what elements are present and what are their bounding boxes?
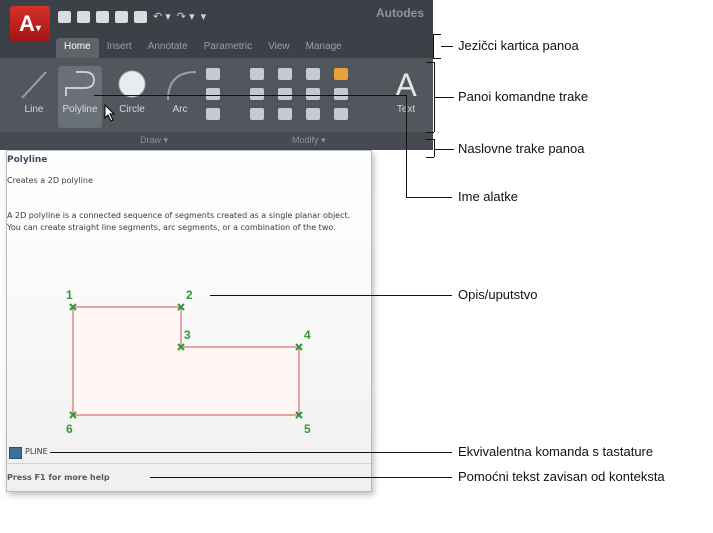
quick-access-toolbar: ↶ ▾ ↷ ▾ ▾ (58, 8, 206, 26)
callout-keyboard-command: Ekvivalentna komanda s tastature (458, 444, 654, 459)
callout-leader (441, 46, 453, 47)
arc-icon (167, 71, 197, 101)
fillet-icon[interactable] (306, 88, 320, 100)
callout-context-help: Pomoćni tekst zavisan od konteksta (458, 469, 665, 484)
mirror-icon[interactable] (278, 88, 292, 100)
line-tool-label: Line (24, 104, 44, 115)
circle-tool-label: Circle (119, 104, 145, 115)
ribbon-tabs: Home Insert Annotate Parametric View Man… (56, 38, 433, 58)
erase-icon[interactable] (334, 68, 348, 80)
print-icon[interactable] (134, 11, 147, 23)
callout-leader (150, 477, 452, 478)
copy-icon[interactable] (250, 88, 264, 100)
panel-title-bar: Draw ▾ Modify ▾ (0, 132, 433, 150)
save-icon[interactable] (96, 11, 109, 23)
point-label-4: 4 (304, 328, 311, 342)
open-file-icon[interactable] (77, 11, 90, 23)
window-title: Autodes (376, 6, 424, 20)
polyline-icon (65, 71, 96, 96)
callout-tab-labels: Jezičci kartica panoa (458, 38, 579, 53)
scale-icon[interactable] (278, 108, 292, 120)
tooltip-panel: Polyline Creates a 2D polyline A 2D poly… (6, 150, 372, 492)
autocad-window: A▾ ↶ ▾ ↷ ▾ ▾ Autodes Home Insert Annotat… (0, 0, 433, 150)
arc-tool-button[interactable]: Arc (158, 66, 202, 128)
chevron-down-icon: ▾ (35, 23, 41, 34)
callout-bracket (433, 34, 441, 35)
point-label-2: 2 (186, 288, 193, 302)
panel-title-draw[interactable]: Draw ▾ (140, 132, 168, 146)
tab-insert[interactable]: Insert (99, 38, 140, 58)
callout-leader (434, 97, 454, 98)
line-tool-button[interactable]: Line (12, 66, 56, 128)
point-label-1: 1 (66, 288, 73, 302)
redo-icon[interactable]: ↷ ▾ (177, 8, 195, 26)
customize-toolbar-icon[interactable]: ▾ (201, 8, 207, 26)
tab-annotate[interactable]: Annotate (140, 38, 196, 58)
callout-bracket (426, 157, 434, 158)
region-icon[interactable] (206, 108, 220, 120)
point-label-3: 3 (184, 328, 191, 342)
callout-bracket (433, 34, 434, 58)
line-icon (21, 71, 47, 99)
arc-tool-label: Arc (172, 104, 188, 115)
rotate-icon[interactable] (278, 68, 292, 80)
callout-bracket (433, 58, 441, 59)
callout-leader (210, 295, 452, 296)
offset-icon[interactable] (334, 108, 348, 120)
callout-ribbon-panels: Panoi komandne trake (458, 89, 589, 104)
app-logo: A (19, 11, 35, 36)
callout-bracket (426, 62, 434, 63)
tab-manage[interactable]: Manage (298, 38, 350, 58)
callout-leader (434, 149, 454, 150)
callout-tool-name: Ime alatke (458, 189, 518, 204)
tab-home[interactable]: Home (56, 38, 99, 58)
callout-bracket (426, 139, 434, 140)
callout-leader (406, 95, 407, 197)
keyboard-command: PLINE (25, 447, 48, 456)
circle-icon (118, 70, 146, 98)
callout-panel-titles: Naslovne trake panoa (458, 141, 585, 156)
cursor-icon (104, 104, 116, 122)
point-label-6: 6 (66, 422, 73, 436)
tool-description: A 2D polyline is a connected sequence of… (7, 211, 351, 232)
polyline-illustration: 1 2 3 4 5 6 (66, 288, 311, 436)
circle-tool-button[interactable]: Circle (110, 66, 154, 128)
hatch-icon[interactable] (206, 88, 220, 100)
tab-view[interactable]: View (260, 38, 298, 58)
callout-leader (406, 197, 452, 198)
explode-icon[interactable] (334, 88, 348, 100)
context-help-text: Press F1 for more help (7, 473, 110, 482)
tool-name: Polyline (7, 155, 48, 165)
stretch-icon[interactable] (250, 108, 264, 120)
rectangle-icon[interactable] (206, 68, 220, 80)
callout-leader (50, 452, 452, 453)
array-icon[interactable] (306, 108, 320, 120)
tool-summary: Creates a 2D polyline (7, 176, 93, 185)
command-line-icon (9, 447, 22, 459)
callout-bracket (434, 139, 435, 157)
tab-parametric[interactable]: Parametric (196, 38, 260, 58)
application-menu-button[interactable]: A▾ (10, 6, 50, 42)
callout-bracket (426, 132, 434, 133)
new-file-icon[interactable] (58, 11, 71, 23)
move-icon[interactable] (250, 68, 264, 80)
polyline-tool-label: Polyline (62, 104, 98, 115)
point-label-5: 5 (304, 422, 311, 436)
callout-leader (94, 95, 407, 96)
save-as-icon[interactable] (115, 11, 128, 23)
panel-title-modify[interactable]: Modify ▾ (292, 132, 326, 146)
polyline-tool-button[interactable]: Polyline (58, 66, 102, 128)
undo-icon[interactable]: ↶ ▾ (153, 8, 171, 26)
trim-icon[interactable] (306, 68, 320, 80)
callout-description: Opis/uputstvo (458, 287, 538, 302)
tooltip-divider (7, 463, 371, 464)
